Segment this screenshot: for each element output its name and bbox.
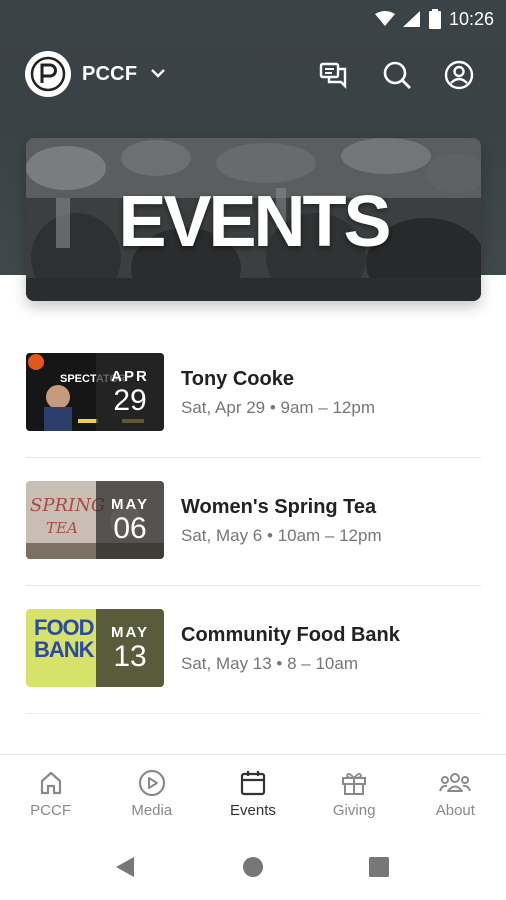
flyer-food-text: FOOD: [34, 615, 95, 640]
account-icon[interactable]: [444, 60, 474, 90]
event-row[interactable]: FOOD BANK MAY 13 Community Food Bank Sat…: [26, 586, 481, 714]
event-month: MAY: [111, 623, 149, 641]
flyer-spring-text: SPRING: [30, 495, 106, 516]
messages-icon[interactable]: [319, 60, 349, 90]
event-day: 29: [113, 383, 147, 417]
event-time: Sat, May 13 • 8 – 10am: [181, 654, 358, 673]
home-button-icon[interactable]: [242, 856, 264, 878]
top-app-bar: PCCF: [0, 48, 506, 102]
event-time: Sat, Apr 29 • 9am – 12pm: [181, 398, 376, 417]
home-icon: [40, 771, 61, 795]
battery-icon: [428, 9, 441, 29]
back-icon[interactable]: [114, 855, 136, 879]
nav-label: Events: [230, 802, 276, 819]
events-banner: EVENTS: [26, 138, 481, 301]
event-row[interactable]: SPECTATOR APR 29 Tony Cooke Sat, Apr 29 …: [26, 330, 481, 458]
event-month: MAY: [111, 495, 149, 513]
event-date-badge: MAY 06: [96, 481, 164, 559]
event-thumbnail: SPRING TEA MAY 06: [26, 481, 164, 559]
people-icon: [439, 773, 472, 792]
calendar-icon: [240, 771, 266, 796]
nav-item-about[interactable]: About: [405, 755, 506, 835]
event-thumbnail: SPECTATOR APR 29: [26, 353, 164, 431]
flyer-bank-text: BANK: [34, 637, 95, 662]
org-name[interactable]: PCCF: [82, 63, 137, 86]
event-date-badge: APR 29: [96, 353, 164, 431]
chevron-down-icon[interactable]: [150, 65, 166, 81]
event-time: Sat, May 6 • 10am – 12pm: [181, 526, 382, 545]
event-date-badge: MAY 13: [96, 609, 164, 687]
event-list: SPECTATOR APR 29 Tony Cooke Sat, Apr 29 …: [26, 330, 481, 714]
nav-label: About: [435, 802, 475, 819]
recents-icon[interactable]: [369, 857, 389, 877]
signal-icon: [402, 11, 420, 27]
nav-label: Giving: [332, 802, 376, 819]
system-navigation-bar: [0, 834, 506, 900]
wifi-icon: [374, 11, 395, 26]
event-title: Community Food Bank: [181, 624, 400, 646]
status-time: 10:26: [448, 8, 494, 29]
org-logo[interactable]: [25, 51, 71, 97]
nav-label: PCCF: [30, 802, 72, 819]
pccf-logo-icon: [30, 56, 66, 92]
play-icon: [138, 769, 165, 797]
status-bar: 10:26: [0, 0, 506, 38]
event-thumbnail: FOOD BANK MAY 13: [26, 609, 164, 687]
bottom-navigation: PCCF Media Events Giving About: [0, 754, 506, 834]
event-title: Tony Cooke: [181, 368, 294, 390]
event-row[interactable]: SPRING TEA MAY 06 Women's Spring Tea Sat…: [26, 458, 481, 586]
nav-label: Media: [131, 802, 173, 819]
banner-title: EVENTS: [118, 181, 391, 262]
event-month: APR: [111, 367, 149, 385]
event-title: Women's Spring Tea: [181, 496, 377, 518]
nav-item-giving[interactable]: Giving: [304, 755, 405, 835]
nav-item-pccf[interactable]: PCCF: [0, 755, 101, 835]
nav-item-events[interactable]: Events: [202, 755, 303, 835]
search-icon[interactable]: [382, 60, 412, 90]
event-day: 13: [113, 639, 147, 673]
flyer-tea-text: TEA: [46, 519, 78, 537]
event-day: 06: [113, 511, 147, 545]
nav-item-media[interactable]: Media: [101, 755, 202, 835]
gift-icon: [342, 773, 367, 795]
